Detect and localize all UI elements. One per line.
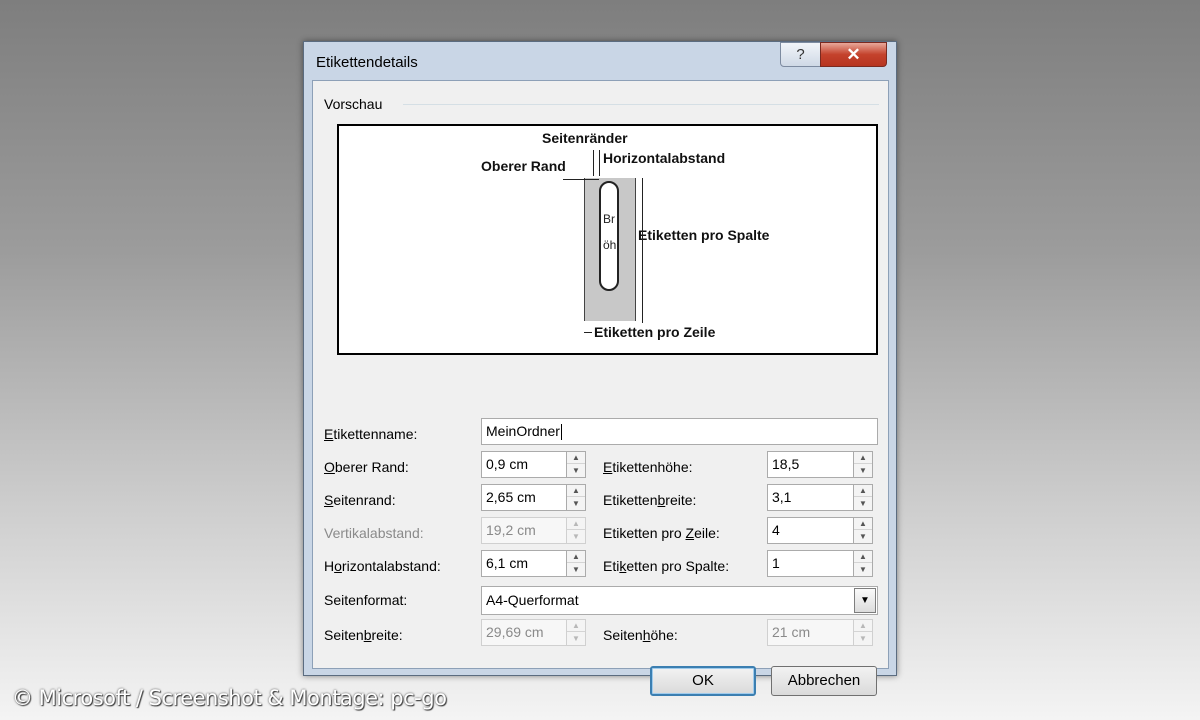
spin-up-icon[interactable]: ▲	[567, 485, 585, 497]
etiketten-pro-spalte-spinner[interactable]: ▲ ▼	[853, 550, 873, 577]
spin-down-icon[interactable]: ▼	[567, 498, 585, 510]
horizontalabstand-input[interactable]: 6,1 cm	[481, 550, 567, 577]
group-divider	[403, 104, 879, 105]
spin-down-icon[interactable]: ▼	[854, 465, 872, 477]
etikettenhoehe-spinner[interactable]: ▲ ▼	[853, 451, 873, 478]
spin-up-icon: ▲	[567, 518, 585, 530]
preview-horizontalabstand-tick	[599, 150, 600, 176]
spin-down-icon[interactable]: ▼	[567, 465, 585, 477]
preview-breite-fragment: Br	[603, 212, 615, 226]
image-credit: © Microsoft / Screenshot & Montage: pc-g…	[12, 686, 447, 710]
seitenrand-label: Seitenrand:	[324, 492, 396, 508]
seitenhoehe-input: 21 cm	[767, 619, 854, 646]
etiketten-pro-zeile-label: Etiketten pro Zeile:	[603, 525, 720, 541]
dialog-title: Etikettendetails	[316, 54, 418, 71]
seitenrand-input[interactable]: 2,65 cm	[481, 484, 567, 511]
etikettenname-input[interactable]: MeinOrdner	[481, 418, 878, 445]
spin-down-icon: ▼	[859, 634, 867, 643]
label-preview: Seitenränder Oberer Rand Horizontalabsta…	[337, 124, 878, 355]
preview-hoehe-fragment: öh	[603, 238, 617, 252]
spin-down-icon[interactable]: ▼	[567, 564, 585, 576]
oberer-rand-spinner[interactable]: ▲ ▼	[566, 451, 586, 478]
spin-up-icon: ▲	[567, 620, 585, 632]
etiketten-pro-zeile-spinner[interactable]: ▲ ▼	[853, 517, 873, 544]
preview-seitenraender-arrow	[593, 150, 594, 176]
etiketten-pro-spalte-label: Etiketten pro Spalte:	[603, 558, 730, 574]
vertikalabstand-input: 19,2 cm	[481, 517, 567, 544]
seitenformat-dropdown[interactable]: A4-Querformat ▼	[481, 586, 878, 615]
seitenhoehe-label: Seitenhöhe:	[603, 627, 678, 643]
horizontalabstand-label: Horizontalabstand:	[324, 558, 441, 574]
chevron-down-icon[interactable]: ▼	[854, 588, 876, 613]
spin-down-icon[interactable]: ▼	[854, 498, 872, 510]
spin-down-icon[interactable]: ▼	[854, 564, 872, 576]
preview-label-etiketten-pro-spalte: Etiketten pro Spalte	[638, 227, 770, 243]
spin-down-icon: ▼	[572, 634, 580, 643]
cancel-button[interactable]: Abbrechen	[771, 666, 877, 696]
spin-up-icon: ▲	[854, 620, 872, 632]
vertikalabstand-label: Vertikalabstand:	[324, 525, 424, 541]
preview-zeile-arrow	[584, 332, 592, 333]
preview-label-horizontalabstand: Horizontalabstand	[603, 150, 726, 166]
spin-up-icon[interactable]: ▲	[567, 551, 585, 563]
seitenformat-value: A4-Querformat	[486, 592, 579, 608]
horizontalabstand-spinner[interactable]: ▲ ▼	[566, 550, 586, 577]
spin-down-icon[interactable]: ▼	[854, 531, 872, 543]
seitenbreite-input: 29,69 cm	[481, 619, 567, 646]
seitenbreite-spinner: ▲ ▼	[566, 619, 586, 646]
spin-up-icon[interactable]: ▲	[854, 485, 872, 497]
etikettenhoehe-input[interactable]: 18,5	[767, 451, 854, 478]
oberer-rand-input[interactable]: 0,9 cm	[481, 451, 567, 478]
help-button[interactable]: ?	[780, 42, 821, 67]
preview-label-oberer-rand: Oberer Rand	[481, 158, 566, 174]
seitenbreite-label: Seitenbreite:	[324, 627, 403, 643]
preview-group-label: Vorschau	[324, 96, 389, 112]
oberer-rand-label: Oberer Rand:	[324, 459, 409, 475]
preview-oberer-rand-arrow	[563, 179, 599, 180]
close-button[interactable]: ✕	[820, 42, 887, 67]
seitenhoehe-spinner: ▲ ▼	[853, 619, 873, 646]
preview-label-etiketten-pro-zeile: Etiketten pro Zeile	[594, 324, 716, 340]
etikettendetails-dialog: Etikettendetails ? ✕ Vorschau Seitenränd…	[303, 41, 897, 696]
etiketten-pro-spalte-input[interactable]: 1	[767, 550, 854, 577]
spin-up-icon[interactable]: ▲	[854, 518, 872, 530]
etikettenname-label: Etikettenname:	[324, 426, 418, 442]
spin-up-icon[interactable]: ▲	[854, 452, 872, 464]
etikettenhoehe-label: Etikettenhöhe:	[603, 459, 693, 475]
spin-up-icon[interactable]: ▲	[567, 452, 585, 464]
spin-up-icon[interactable]: ▲	[854, 551, 872, 563]
seitenrand-spinner[interactable]: ▲ ▼	[566, 484, 586, 511]
vertikalabstand-spinner: ▲ ▼	[566, 517, 586, 544]
text-caret	[560, 424, 562, 441]
dialog-content: Vorschau Seitenränder Oberer Rand Horizo…	[312, 80, 889, 696]
title-bar[interactable]: Etikettendetails ? ✕	[304, 42, 896, 80]
preview-label-shape	[599, 181, 619, 291]
etiketten-pro-zeile-input[interactable]: 4	[767, 517, 854, 544]
preview-spalte-arrow	[642, 178, 643, 323]
spin-down-icon: ▼	[572, 532, 580, 541]
preview-label-seitenraender: Seitenränder	[542, 130, 628, 146]
etikettenbreite-label: Etikettenbreite:	[603, 492, 697, 508]
etikettenbreite-input[interactable]: 3,1	[767, 484, 854, 511]
seitenformat-label: Seitenformat:	[324, 592, 408, 608]
etikettenbreite-spinner[interactable]: ▲ ▼	[853, 484, 873, 511]
ok-button[interactable]: OK	[650, 666, 756, 696]
